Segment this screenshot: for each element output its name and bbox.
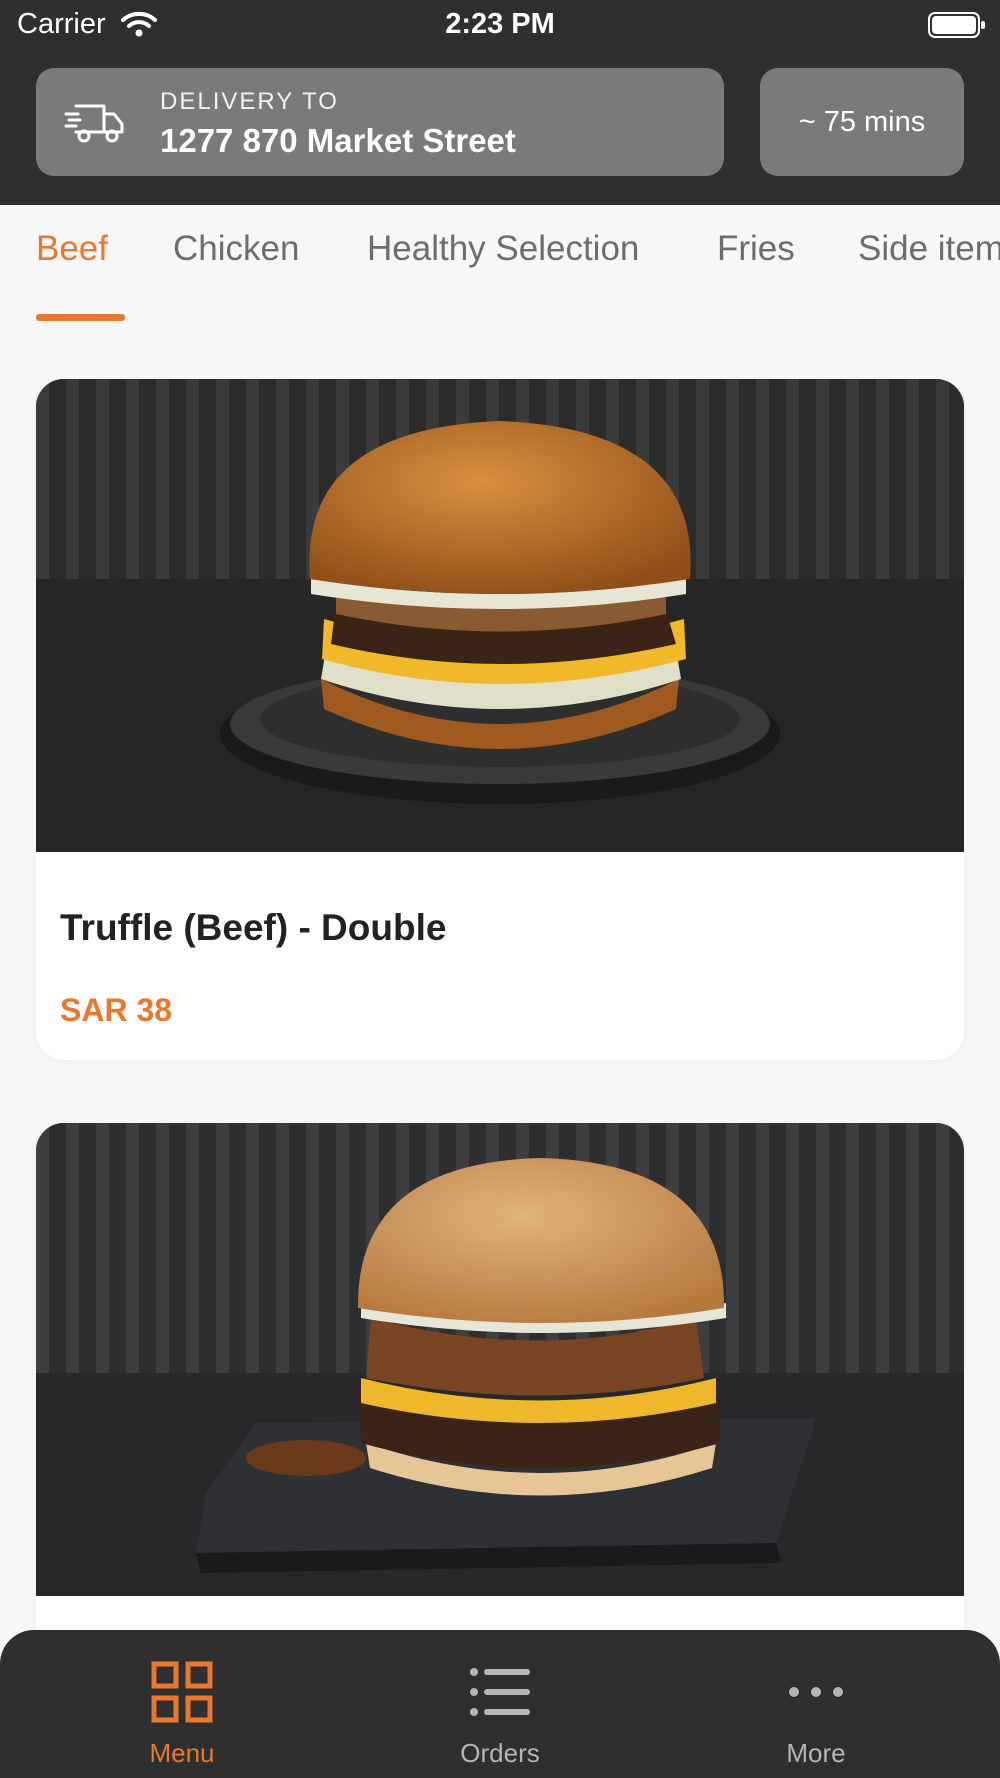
battery-icon (928, 12, 985, 38)
category-tabs: Beef Chicken Healthy Selection Fries Sid… (0, 205, 1000, 325)
nav-more[interactable]: More (716, 1630, 916, 1778)
nav-orders[interactable]: Orders (400, 1630, 600, 1778)
eta-badge[interactable]: ~ 75 mins (760, 68, 964, 176)
truck-icon (64, 104, 124, 143)
nav-orders-label: Orders (460, 1738, 540, 1768)
eta-text: ~ 75 mins (798, 105, 926, 138)
tab-healthy-selection[interactable]: Healthy Selection (367, 229, 639, 269)
menu-item-card[interactable]: Truffle (Beef) - Double SAR 38 (36, 379, 964, 1060)
more-icon (789, 1687, 843, 1697)
header: DELIVERY TO 1277 870 Market Street ~ 75 … (0, 52, 1000, 205)
tab-side-items[interactable]: Side item (858, 229, 1000, 269)
delivery-address-selector[interactable]: DELIVERY TO 1277 870 Market Street (36, 68, 724, 176)
menu-item-price: SAR 38 (60, 992, 173, 1028)
list-icon (470, 1668, 530, 1716)
active-tab-indicator (36, 314, 125, 321)
status-bar: Carrier 2:23 PM (0, 0, 1000, 52)
menu-item-title: Truffle (Beef) - Double (60, 907, 447, 948)
delivery-label: DELIVERY TO (160, 88, 339, 115)
tab-chicken[interactable]: Chicken (173, 229, 299, 269)
grid-icon (151, 1661, 213, 1723)
bottom-navigation: Menu Orders More (0, 1630, 1000, 1778)
burger-on-board-image (36, 1123, 964, 1596)
nav-more-label: More (786, 1738, 846, 1768)
tab-beef[interactable]: Beef (36, 229, 108, 269)
delivery-address: 1277 870 Market Street (160, 122, 516, 159)
nav-menu-label: Menu (149, 1738, 215, 1768)
status-time: 2:23 PM (445, 8, 555, 40)
tab-fries[interactable]: Fries (717, 229, 795, 269)
nav-menu[interactable]: Menu (82, 1630, 282, 1778)
burger-on-plate-image (36, 379, 964, 852)
